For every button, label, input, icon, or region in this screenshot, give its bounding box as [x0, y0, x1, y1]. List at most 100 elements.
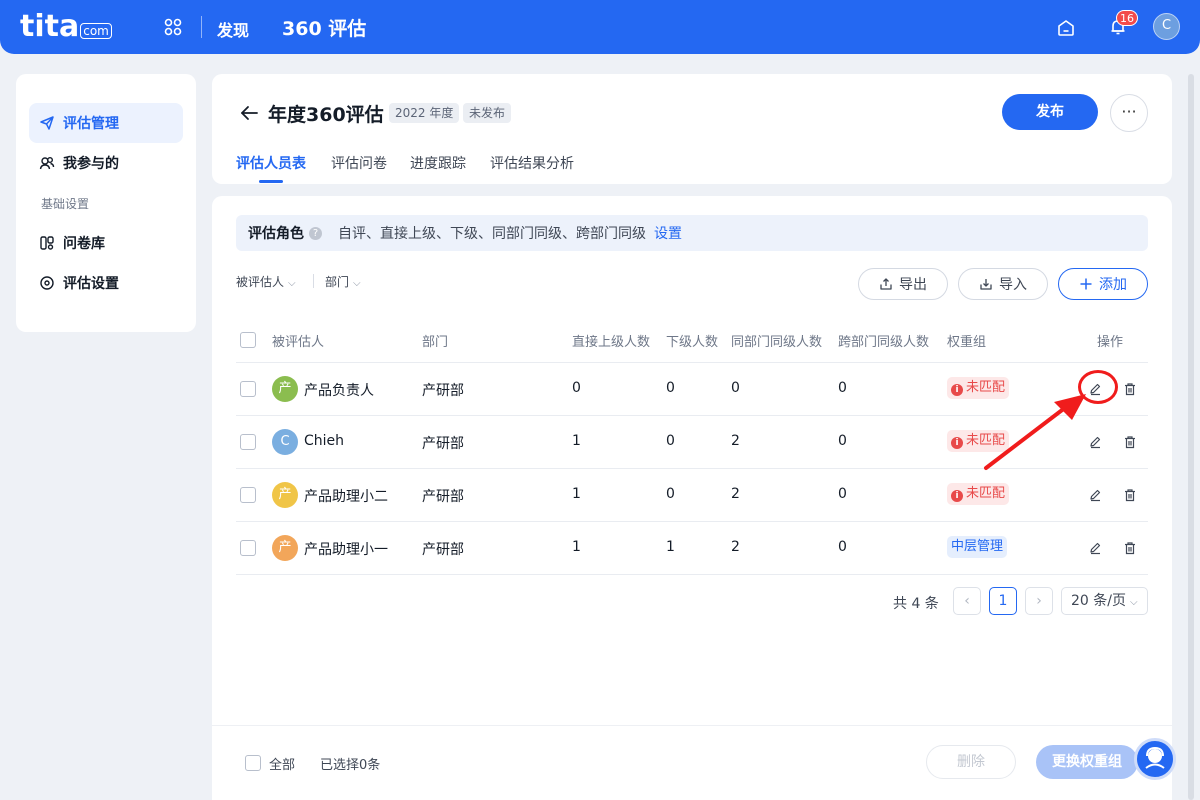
notification-badge: 16: [1116, 10, 1138, 26]
back-arrow-icon[interactable]: [238, 102, 260, 124]
app-title: 360 评估: [282, 18, 367, 40]
home-icon[interactable]: [1056, 18, 1076, 38]
evaluatee-name: 产品助理小二: [304, 489, 388, 505]
column-header-department: 部门: [422, 335, 449, 350]
evaluatee-name: Chieh: [304, 433, 345, 449]
select-all-label: 全部: [269, 758, 296, 773]
delete-icon[interactable]: [1123, 541, 1137, 555]
nav-discover[interactable]: 发现: [217, 17, 249, 41]
filter-department[interactable]: 部门 ⌵: [325, 273, 361, 290]
page-scrollbar[interactable]: [1188, 74, 1194, 800]
apps-grid-icon[interactable]: [164, 18, 182, 36]
add-button[interactable]: 添加: [1058, 268, 1148, 300]
select-all-checkbox[interactable]: [245, 755, 261, 771]
evaluation-roles-bar: 评估角色 ? 自评、直接上级、下级、同部门同级、跨部门同级 设置: [236, 215, 1148, 251]
select-all-rows-checkbox[interactable]: [240, 332, 256, 348]
help-icon[interactable]: ?: [309, 226, 322, 240]
superior-count-cell: 1: [572, 539, 581, 555]
sidebar-item-participated[interactable]: 我参与的: [29, 143, 183, 183]
sidebar-item-label: 评估管理: [63, 116, 119, 132]
sidebar-item-label: 我参与的: [63, 156, 119, 172]
people-icon: [39, 157, 55, 170]
more-options-button[interactable]: ···: [1110, 94, 1148, 132]
row-checkbox[interactable]: [240, 540, 256, 556]
avatar: 产: [272, 482, 298, 508]
tab-progress[interactable]: 进度跟踪: [410, 153, 466, 173]
department-cell: 产研部: [422, 436, 464, 452]
delete-icon[interactable]: [1123, 435, 1137, 449]
table-divider: [236, 521, 1148, 522]
export-button[interactable]: 导出: [858, 268, 948, 300]
change-weight-group-button[interactable]: 更换权重组: [1036, 745, 1138, 779]
customer-support-button[interactable]: [1134, 738, 1176, 780]
footer-divider: [212, 725, 1172, 726]
delete-icon[interactable]: [1123, 382, 1137, 396]
alert-icon: i: [951, 437, 963, 449]
selected-count: 已选择0条: [320, 758, 381, 773]
sidebar-group-label: 基础设置: [41, 197, 90, 211]
page-size-select[interactable]: 20 条/页 ⌵: [1061, 587, 1148, 615]
edit-icon[interactable]: [1088, 488, 1102, 502]
add-label: 添加: [1099, 277, 1127, 293]
evaluatee-name: 产品助理小一: [304, 542, 388, 558]
questionnaire-icon: [40, 236, 54, 250]
active-tab-indicator: [259, 180, 283, 183]
delete-icon[interactable]: [1123, 488, 1137, 502]
sidebar-item-label: 评估设置: [63, 276, 119, 292]
plus-icon: [1080, 278, 1092, 290]
filter-evaluatee[interactable]: 被评估人 ⌵: [236, 273, 296, 290]
pagination-next-button[interactable]: ›: [1025, 587, 1053, 615]
filter-label: 部门: [325, 275, 350, 289]
row-checkbox[interactable]: [240, 381, 256, 397]
user-avatar[interactable]: C: [1153, 13, 1180, 40]
headset-icon: [1145, 746, 1165, 769]
same-dept-peer-count-cell: 0: [731, 380, 740, 396]
row-checkbox[interactable]: [240, 434, 256, 450]
column-header-same-dept-peer-count: 同部门同级人数: [731, 335, 823, 350]
filter-divider: [313, 274, 314, 288]
alert-icon: i: [951, 384, 963, 396]
roles-settings-link[interactable]: 设置: [654, 223, 682, 243]
roles-label: 评估角色: [248, 226, 304, 242]
column-header-weight-group: 权重组: [947, 335, 987, 350]
bulk-delete-button[interactable]: 删除: [926, 745, 1016, 779]
sidebar-item-questionnaire[interactable]: 问卷库: [29, 223, 183, 263]
export-icon: [880, 278, 892, 290]
pagination-total: 共 4 条: [893, 596, 939, 612]
import-icon: [980, 279, 992, 290]
same-dept-peer-count-cell: 2: [731, 433, 740, 449]
evaluatee-list-panel: 评估角色 ? 自评、直接上级、下级、同部门同级、跨部门同级 设置 被评估人 ⌵ 部…: [212, 196, 1172, 800]
sidebar-item-evaluation-settings[interactable]: 评估设置: [29, 263, 183, 303]
row-checkbox[interactable]: [240, 487, 256, 503]
edit-icon[interactable]: [1088, 541, 1102, 555]
page-title: 年度360评估: [268, 104, 384, 126]
sidebar: 评估管理 我参与的 基础设置 问卷库 评估设置: [16, 74, 196, 332]
department-cell: 产研部: [422, 383, 464, 399]
cross-dept-peer-count-cell: 0: [838, 433, 847, 449]
same-dept-peer-count-cell: 2: [731, 486, 740, 502]
tab-evaluatees[interactable]: 评估人员表: [236, 153, 306, 173]
subordinate-count-cell: 1: [666, 539, 675, 555]
column-header-subordinate-count: 下级人数: [666, 335, 719, 350]
avatar: C: [272, 429, 298, 455]
publish-button[interactable]: 发布: [1002, 94, 1098, 130]
pagination-prev-button[interactable]: ‹: [953, 587, 981, 615]
export-label: 导出: [899, 277, 927, 293]
chevron-down-icon: ⌵: [353, 278, 361, 289]
tita-logo[interactable]: tita com: [20, 10, 112, 44]
weight-group-label: 未匹配: [966, 486, 1006, 501]
subordinate-count-cell: 0: [666, 486, 675, 502]
table-divider: [236, 574, 1148, 575]
cross-dept-peer-count-cell: 0: [838, 380, 847, 396]
weight-group-badge: 中层管理: [947, 536, 1008, 558]
evaluation-header: 年度360评估 2022 年度 未发布 发布 ··· 评估人员表 评估问卷 进度…: [212, 74, 1172, 184]
column-header-evaluatee: 被评估人: [272, 335, 325, 350]
sidebar-item-evaluation-management[interactable]: 评估管理: [29, 103, 183, 143]
tab-questionnaire[interactable]: 评估问卷: [331, 153, 387, 173]
tab-result-analysis[interactable]: 评估结果分析: [490, 153, 574, 173]
cross-dept-peer-count-cell: 0: [838, 539, 847, 555]
pagination-page-1[interactable]: 1: [989, 587, 1017, 615]
import-button[interactable]: 导入: [958, 268, 1048, 300]
chevron-down-icon: ⌵: [288, 278, 296, 289]
topbar-divider: [201, 16, 202, 38]
